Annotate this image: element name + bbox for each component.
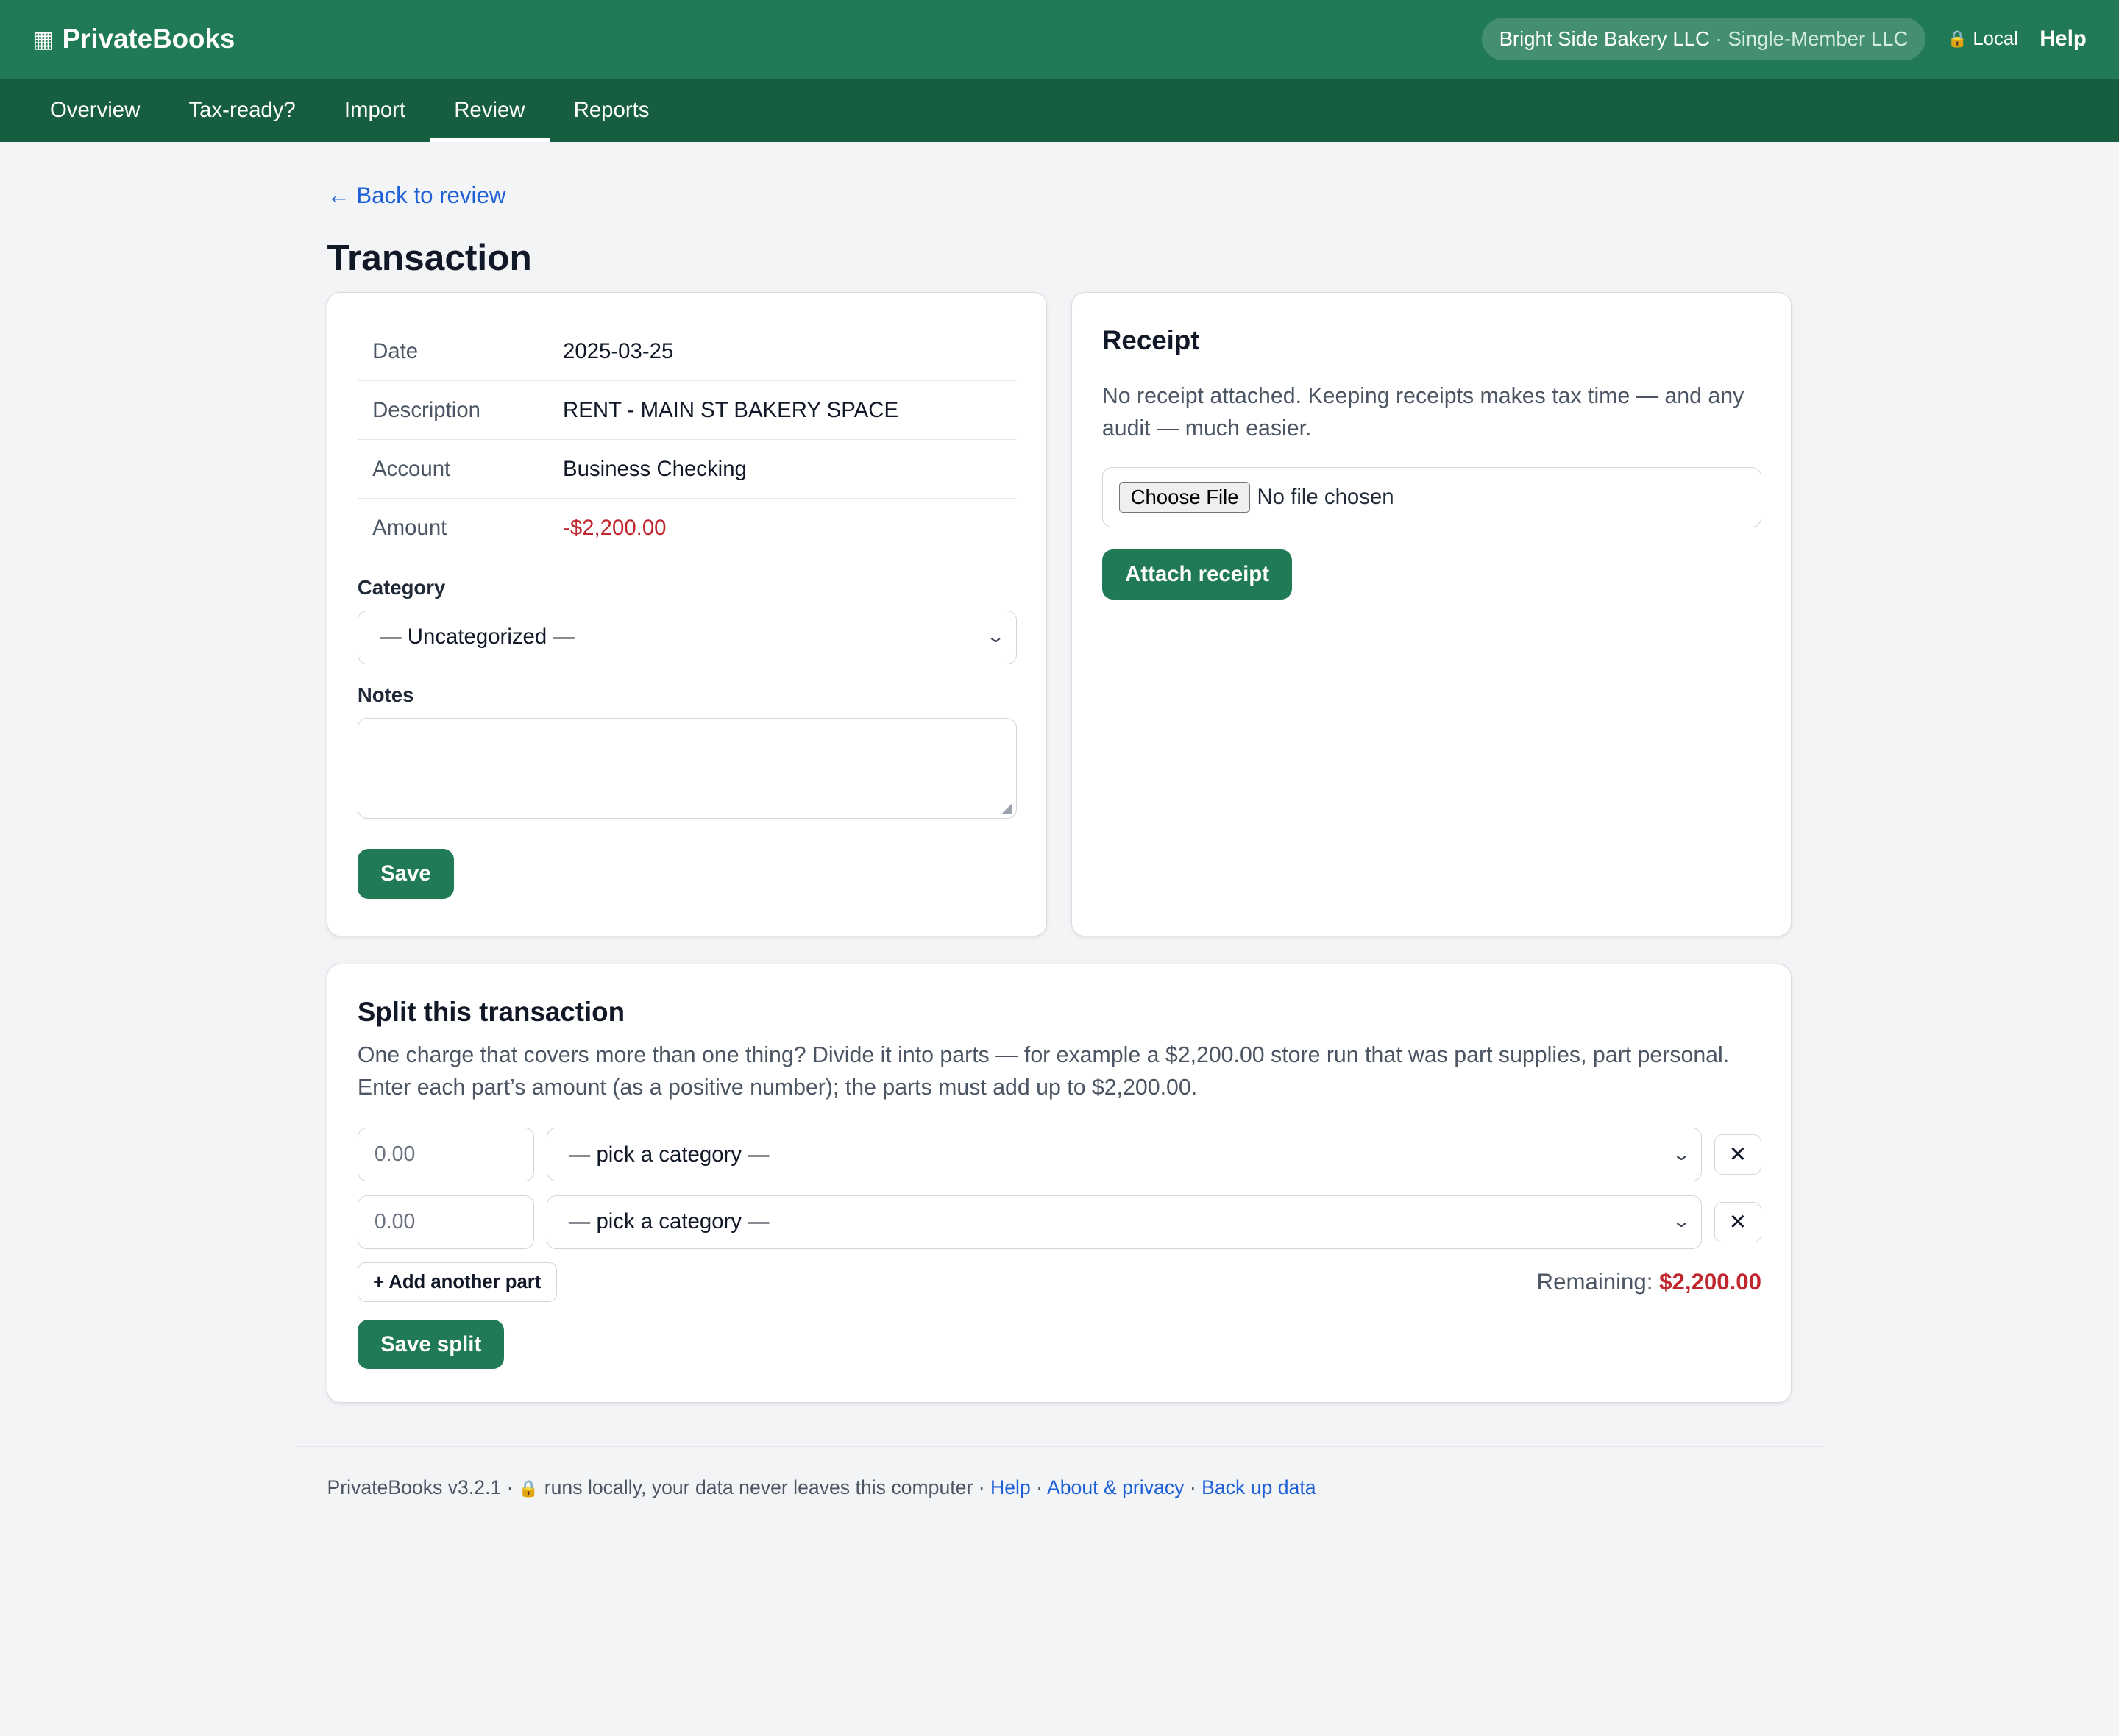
date-value: 2025-03-25 xyxy=(547,322,1018,382)
tab-reports[interactable]: Reports xyxy=(550,79,674,142)
split-category-select[interactable]: — pick a category — ⌄ xyxy=(546,1127,1703,1182)
no-file-chosen-text: No file chosen xyxy=(1257,484,1394,509)
receipt-title: Receipt xyxy=(1101,325,1200,356)
split-transaction-card: Split this transaction One charge that c… xyxy=(327,963,1792,1403)
split-amount-input[interactable]: 0.00 xyxy=(357,1127,535,1182)
close-icon: ✕ xyxy=(1728,1142,1747,1167)
split-category-select[interactable]: — pick a category — ⌄ xyxy=(546,1195,1703,1250)
footer-backup-link[interactable]: Back up data xyxy=(1202,1476,1316,1498)
save-button[interactable]: Save xyxy=(357,848,454,899)
split-title: Split this transaction xyxy=(357,996,625,1027)
detail-row-amount: Amount -$2,200.00 xyxy=(358,499,1017,557)
back-to-review-link[interactable]: ← Back to review xyxy=(327,182,505,209)
split-category-value: — pick a category — xyxy=(568,1209,770,1234)
top-bar: ▦ PrivateBooks Bright Side Bakery LLC · … xyxy=(0,0,2119,79)
local-label: Local xyxy=(1973,28,2018,49)
split-amount-input[interactable]: 0.00 xyxy=(357,1195,535,1250)
lock-icon: 🔒 xyxy=(518,1479,539,1498)
footer-separator: · xyxy=(1030,1476,1047,1498)
chevron-down-icon: ⌄ xyxy=(986,627,1006,647)
footer-separator: · xyxy=(1184,1476,1202,1498)
tab-review[interactable]: Review xyxy=(430,79,550,142)
close-icon: ✕ xyxy=(1728,1209,1747,1234)
footer-about-link[interactable]: About & privacy xyxy=(1047,1476,1184,1498)
top-right-group: Bright Side Bakery LLC · Single-Member L… xyxy=(1481,18,2087,61)
split-footer: + Add another part Remaining: $2,200.00 xyxy=(357,1262,1761,1302)
remove-part-button[interactable]: ✕ xyxy=(1714,1201,1762,1242)
chevron-down-icon: ⌄ xyxy=(1671,1145,1691,1164)
account-label: Account xyxy=(357,439,548,499)
notes-textarea[interactable]: ◢ xyxy=(357,717,1018,819)
local-indicator: 🔒 Local xyxy=(1948,29,2018,50)
brand-name: PrivateBooks xyxy=(62,24,235,54)
receipt-message: No receipt attached. Keeping receipts ma… xyxy=(1101,384,1744,441)
footer-local-note: runs locally, your data never leaves thi… xyxy=(539,1476,990,1498)
chevron-down-icon: ⌄ xyxy=(1671,1212,1691,1231)
category-select[interactable]: — Uncategorized — ⌄ xyxy=(357,610,1018,665)
business-name: Bright Side Bakery LLC xyxy=(1499,27,1710,51)
receipt-card: Receipt No receipt attached. Keeping rec… xyxy=(1071,292,1792,937)
category-label: Category xyxy=(357,575,446,599)
split-description: One charge that covers more than one thi… xyxy=(357,1043,1730,1100)
detail-row-description: Description RENT - MAIN ST BAKERY SPACE xyxy=(357,380,1018,441)
notes-label: Notes xyxy=(357,683,414,706)
page-title: Transaction xyxy=(327,236,532,278)
lock-icon: 🔒 xyxy=(1947,29,1968,49)
tab-tax-ready[interactable]: Tax-ready? xyxy=(164,79,319,142)
category-selected-value: — Uncategorized — xyxy=(380,625,575,650)
resize-handle-icon[interactable]: ◢ xyxy=(1001,800,1012,816)
choose-file-button[interactable]: Choose File xyxy=(1118,482,1251,513)
split-category-value: — pick a category — xyxy=(568,1142,770,1167)
amount-label: Amount xyxy=(372,515,447,540)
business-type: · Single-Member LLC xyxy=(1709,27,1909,51)
attach-receipt-button[interactable]: Attach receipt xyxy=(1101,549,1293,600)
account-value: Business Checking xyxy=(547,439,1018,499)
remaining-total: Remaining: $2,200.00 xyxy=(1537,1269,1761,1295)
details-table: Date 2025-03-25 Description RENT - MAIN … xyxy=(357,322,1018,557)
save-split-button[interactable]: Save split xyxy=(357,1319,505,1370)
description-value: RENT - MAIN ST BAKERY SPACE xyxy=(547,380,1018,441)
remove-part-button[interactable]: ✕ xyxy=(1714,1134,1762,1175)
page-footer: PrivateBooks v3.2.1 · 🔒 runs locally, yo… xyxy=(294,1445,1825,1499)
footer-help-link[interactable]: Help xyxy=(990,1476,1031,1498)
main-content: ← Back to review Transaction Date 2025-0… xyxy=(327,142,1792,1403)
brand[interactable]: ▦ PrivateBooks xyxy=(32,24,235,54)
amount-value: -$2,200.00 xyxy=(563,515,667,540)
date-label: Date xyxy=(357,322,548,382)
remaining-label: Remaining: xyxy=(1536,1269,1660,1295)
help-link[interactable]: Help xyxy=(2040,26,2087,51)
receipt-file-input[interactable]: Choose File No file chosen xyxy=(1101,466,1762,528)
add-part-button[interactable]: + Add another part xyxy=(357,1262,557,1302)
footer-version: PrivateBooks v3.2.1 · xyxy=(327,1476,519,1498)
tab-overview[interactable]: Overview xyxy=(26,79,165,142)
main-nav: Overview Tax-ready? Import Review Report… xyxy=(0,78,2119,142)
remaining-value: $2,200.00 xyxy=(1659,1269,1762,1295)
cards-row: Date 2025-03-25 Description RENT - MAIN … xyxy=(327,292,1792,937)
detail-row-account: Account Business Checking xyxy=(357,439,1018,499)
transaction-details-card: Date 2025-03-25 Description RENT - MAIN … xyxy=(327,292,1048,937)
tab-import[interactable]: Import xyxy=(320,79,430,142)
business-switcher[interactable]: Bright Side Bakery LLC · Single-Member L… xyxy=(1481,18,1926,61)
detail-row-date: Date 2025-03-25 xyxy=(357,322,1018,382)
ledger-grid-icon: ▦ xyxy=(32,26,54,52)
split-part-row: 0.00 — pick a category — ⌄ ✕ xyxy=(357,1127,1762,1182)
split-part-row: 0.00 — pick a category — ⌄ ✕ xyxy=(357,1195,1762,1250)
description-label: Description xyxy=(357,380,548,441)
